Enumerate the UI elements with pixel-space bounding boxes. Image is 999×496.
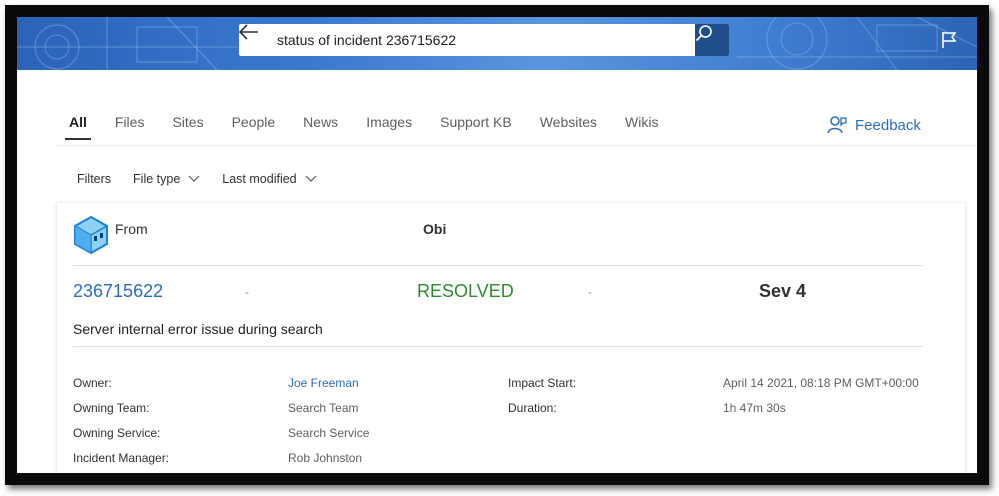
incident-summary: Server internal error issue during searc… [73, 321, 323, 337]
search-icon [695, 25, 712, 42]
search-page: status of incident 236715622 All Files S… [17, 17, 977, 473]
incident-manager-value: Rob Johnston [288, 451, 363, 465]
tab-all[interactable]: All [65, 114, 91, 140]
screenshot-frame: status of incident 236715622 All Files S… [5, 5, 989, 485]
last-modified-label: Last modified [222, 172, 297, 186]
owner-key: Owner: [73, 376, 112, 390]
tab-files[interactable]: Files [115, 114, 145, 140]
incident-bot-logo-icon [73, 215, 109, 260]
status-badge: RESOLVED [417, 281, 514, 301]
card-divider [73, 346, 923, 347]
tabs-divider [55, 145, 977, 146]
filters-bar: Filters File type Last modified [77, 172, 339, 186]
incident-id-link[interactable]: 236715622 [73, 281, 163, 302]
impact-start-value: April 14 2021, 08:18 PM GMT+00:00 [723, 376, 919, 390]
from-label: From [115, 221, 148, 237]
flag-icon[interactable] [941, 31, 959, 51]
feedback-button[interactable]: Feedback [827, 115, 921, 135]
owning-service-key: Owning Service: [73, 426, 161, 440]
last-modified-filter[interactable]: Last modified [222, 172, 317, 186]
duration-key: Duration: [508, 401, 557, 415]
duration-value: 1h 47m 30s [723, 401, 786, 415]
search-button[interactable] [695, 24, 729, 56]
from-value: Obi [423, 221, 447, 237]
tab-wikis[interactable]: Wikis [625, 114, 658, 140]
tab-sites[interactable]: Sites [172, 114, 203, 140]
owner-value-link[interactable]: Joe Freeman [288, 376, 359, 390]
incident-answer-card: From Obi 236715622 - RESOLVED - Sev 4 Se… [57, 203, 965, 473]
back-arrow-icon[interactable] [239, 24, 275, 56]
search-input[interactable]: status of incident 236715622 [277, 32, 729, 48]
tab-websites[interactable]: Websites [540, 114, 597, 140]
chevron-down-icon [305, 175, 317, 182]
tab-support-kb[interactable]: Support KB [440, 114, 512, 140]
feedback-person-icon [827, 116, 847, 134]
tab-images[interactable]: Images [366, 114, 412, 140]
header-banner: status of incident 236715622 [17, 17, 977, 70]
separator: - [588, 285, 592, 299]
tab-news[interactable]: News [303, 114, 338, 140]
vertical-tabs: All Files Sites People News Images Suppo… [65, 114, 686, 140]
severity-label: Sev 4 [759, 281, 807, 301]
tab-people[interactable]: People [232, 114, 276, 140]
filters-label: Filters [77, 172, 112, 186]
incident-manager-key: Incident Manager: [73, 451, 170, 465]
owning-service-value: Search Service [288, 426, 370, 440]
separator: - [245, 285, 249, 299]
owning-team-value: Search Team [288, 401, 359, 415]
search-box[interactable]: status of incident 236715622 [239, 24, 729, 56]
impact-start-key: Impact Start: [508, 376, 577, 390]
feedback-label: Feedback [855, 116, 921, 134]
file-type-label: File type [133, 172, 181, 186]
card-divider [73, 265, 923, 266]
chevron-down-icon [188, 175, 200, 182]
owning-team-key: Owning Team: [73, 401, 150, 415]
file-type-filter[interactable]: File type [133, 172, 200, 186]
